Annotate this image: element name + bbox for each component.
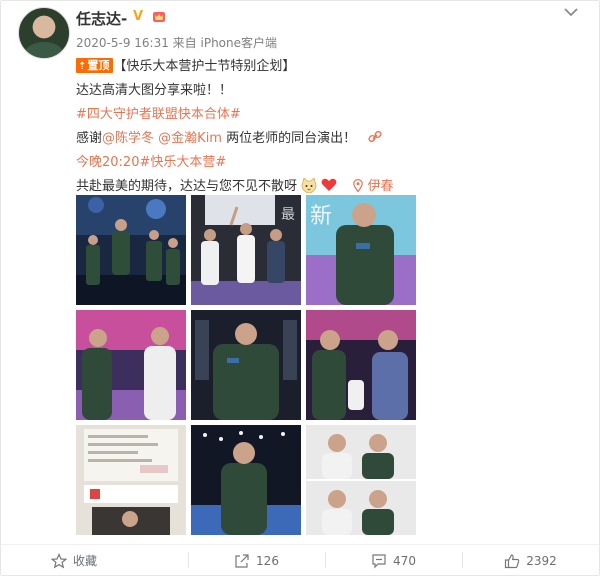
avatar-figure (25, 42, 63, 58)
photo-thumbnail[interactable] (191, 425, 301, 535)
hashtag-link-1[interactable]: #四大守护者联盟快本合体# (76, 103, 586, 127)
username[interactable]: 任志达- (76, 8, 127, 29)
post-text: ⇡置顶 【快乐大本营护士节特别企划】 达达高清大图分享来啦！！ #四大守护者联盟快… (76, 55, 586, 199)
heart-icon (321, 178, 337, 191)
mention-link-2[interactable]: @金瀚Kim (158, 131, 222, 146)
thumbs-up-icon (505, 553, 520, 568)
verified-v-icon: V (132, 8, 144, 24)
comment-button[interactable]: 470 (325, 545, 462, 576)
post-title-line: ⇡置顶 【快乐大本营护士节特别企划】 (76, 55, 586, 79)
post-meta[interactable]: 2020-5-9 16:31 来自 iPhone客户端 (76, 34, 277, 51)
svg-text:最: 最 (281, 207, 295, 223)
favorite-label: 收藏 (73, 554, 98, 568)
photo-thumbnail[interactable]: 最 (191, 195, 301, 305)
share-icon (235, 553, 249, 568)
chevron-down-icon[interactable] (563, 5, 579, 19)
post-title: 【快乐大本营护士节特别企划】 (113, 59, 296, 74)
vip-member-icon (153, 12, 165, 22)
pin-badge: ⇡置顶 (76, 58, 114, 73)
photo-thumbnail[interactable]: 新 (306, 195, 416, 305)
photo-thumbnail[interactable] (191, 310, 301, 420)
thanks-prefix: 感谢 (76, 131, 103, 146)
post-last-text: 共赴最美的期待，达达与您不见不散呀 (76, 179, 298, 194)
thanks-suffix: 两位老师的同台演出！ (221, 131, 357, 146)
mention-link-1[interactable]: @陈学冬 (102, 131, 154, 146)
cat-emoji-icon (301, 177, 317, 194)
pin-arrow-icon: ⇡ (78, 61, 87, 72)
photo-thumbnail[interactable] (76, 425, 186, 535)
comment-count: 470 (393, 553, 416, 568)
avatar[interactable] (18, 7, 70, 59)
photo-thumbnail[interactable] (76, 195, 186, 305)
weibo-post-card: 任志达- V 2020-5-9 16:31 来自 iPhone客户端 ⇡置顶 【快… (0, 0, 600, 576)
like-count: 2392 (526, 553, 557, 568)
hashtag-link-2[interactable]: 今晚20:20#快乐大本营# (76, 151, 586, 175)
location-link[interactable]: 伊春 (353, 179, 393, 194)
thanks-line: 感谢@陈学冬 @金瀚Kim 两位老师的同台演出！ (76, 127, 586, 151)
svg-text:新: 新 (310, 204, 332, 229)
post-line-1: 达达高清大图分享来啦！！ (76, 83, 233, 98)
favorite-button[interactable]: 收藏 (1, 545, 188, 576)
post-action-bar: 收藏 126 470 2392 (1, 544, 599, 576)
repost-button[interactable]: 126 (188, 545, 325, 576)
star-icon (51, 552, 67, 568)
location-pin-icon (353, 179, 364, 193)
comment-icon (372, 553, 386, 568)
photo-thumbnail[interactable] (306, 425, 416, 535)
link-icon[interactable] (368, 130, 382, 143)
photo-thumbnail[interactable] (76, 310, 186, 420)
photo-grid: 最 新 (76, 195, 416, 536)
pin-label: 置顶 (87, 59, 110, 72)
location-label: 伊春 (367, 179, 394, 194)
photo-thumbnail[interactable] (306, 310, 416, 420)
like-button[interactable]: 2392 (462, 545, 599, 576)
repost-count: 126 (256, 553, 279, 568)
